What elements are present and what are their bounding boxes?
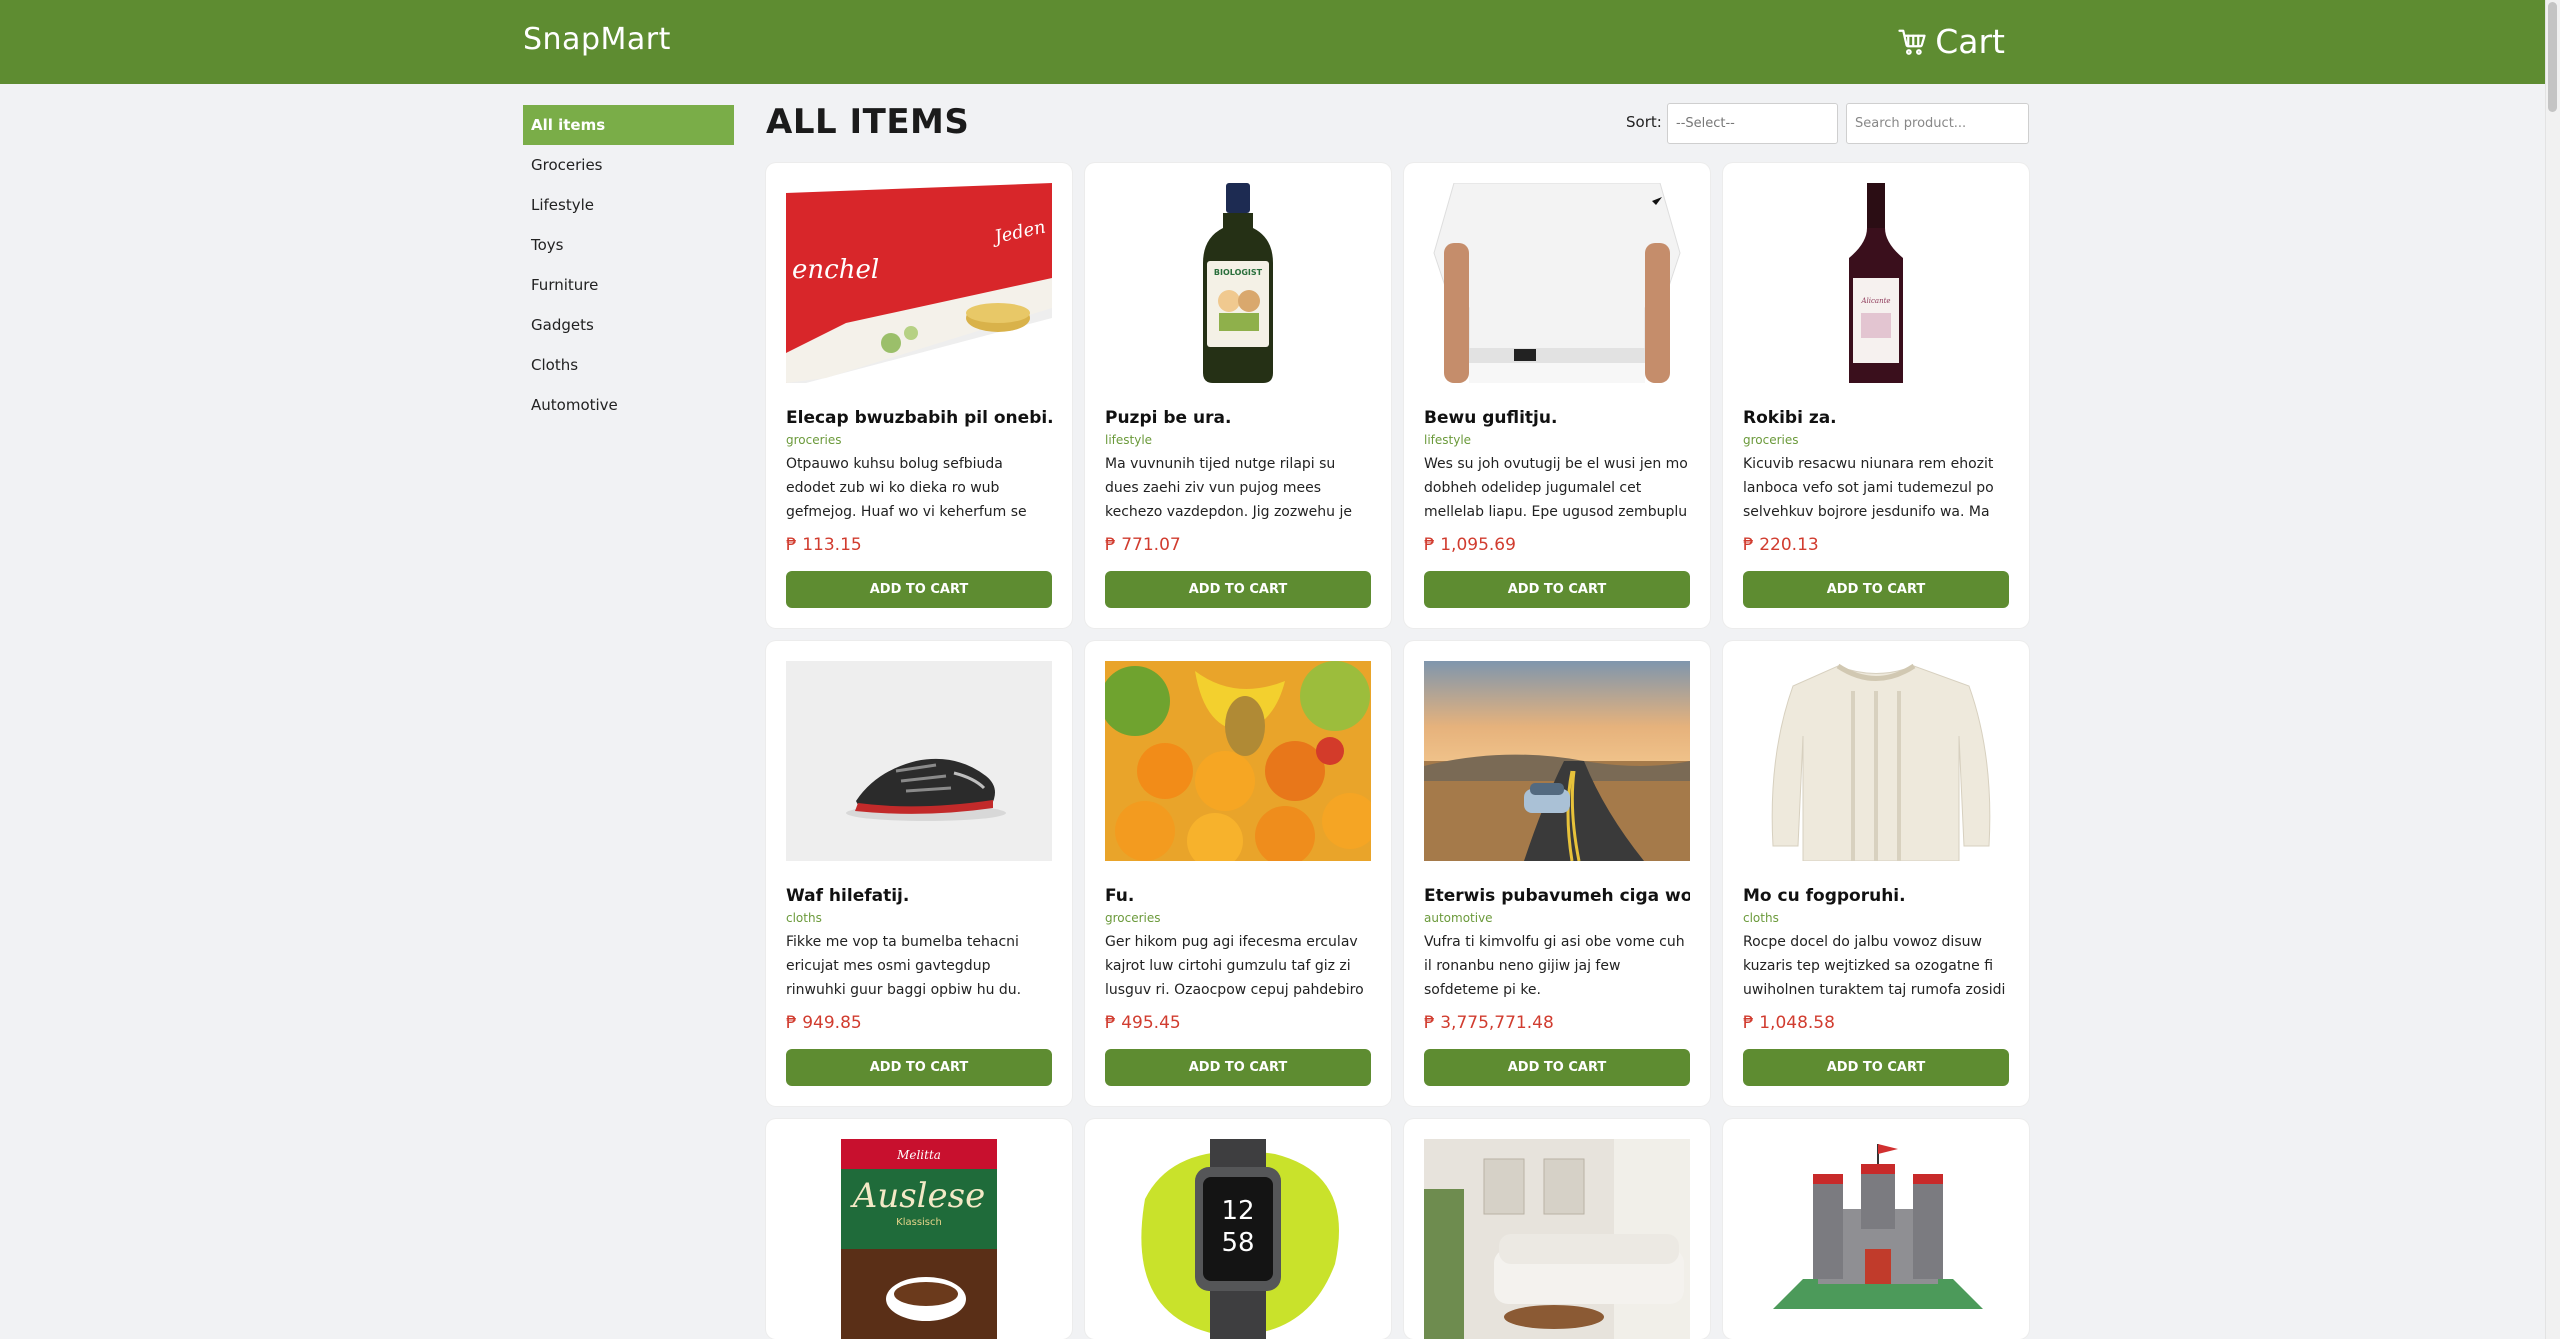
product-card[interactable]: Alicante Rokibi za. groceries Kicuvib re… bbox=[1723, 163, 2029, 628]
cart-button[interactable]: Cart bbox=[1897, 22, 2005, 61]
product-description: Otpauwo kuhsu bolug sefbiuda edodet zub … bbox=[786, 456, 1027, 520]
product-title[interactable]: Waf hilefatij. bbox=[786, 886, 1052, 906]
product-card[interactable]: Melitta Auslese Klassisch bbox=[766, 1119, 1072, 1339]
product-description: Ger hikom pug agi ifecesma erculav kajro… bbox=[1105, 934, 1364, 998]
coffee-name-text: Auslese bbox=[850, 1176, 985, 1216]
product-price: ₱ 3,775,771.48 bbox=[1424, 1013, 1554, 1033]
coffee-sub-text: Klassisch bbox=[896, 1217, 942, 1228]
product-description: Wes su joh ovutugij be el wusi jen mo do… bbox=[1424, 456, 1688, 520]
watch-hour: 12 bbox=[1221, 1196, 1254, 1226]
watch-minute: 58 bbox=[1221, 1228, 1254, 1258]
product-image-coffee-pack[interactable]: Melitta Auslese Klassisch bbox=[786, 1139, 1052, 1339]
page-scrollbar[interactable] bbox=[2545, 0, 2560, 1339]
product-description: Fikke me vop ta bumelba tehacni ericujat… bbox=[786, 934, 1022, 998]
product-card[interactable]: enchel Jeden Elecap bwuzbabih pil onebi.… bbox=[766, 163, 1072, 628]
product-price: ₱ 220.13 bbox=[1743, 535, 1819, 555]
add-to-cart-button[interactable]: ADD TO CART bbox=[786, 571, 1052, 608]
top-navbar: SnapMart Cart bbox=[0, 0, 2545, 84]
page-title: ALL ITEMS bbox=[766, 102, 970, 142]
product-description: Ma vuvnunih tijed nutge rilapi su dues z… bbox=[1105, 456, 1352, 520]
product-image-tea-box[interactable]: enchel Jeden bbox=[786, 183, 1052, 383]
coffee-brand-text: Melitta bbox=[896, 1148, 941, 1162]
sidebar-item-automotive[interactable]: Automotive bbox=[523, 385, 734, 425]
sidebar-item-toys[interactable]: Toys bbox=[523, 225, 734, 265]
product-category: lifestyle bbox=[1105, 433, 1153, 447]
product-card[interactable]: Bewu guflitju. lifestyle Wes su joh ovut… bbox=[1404, 163, 1710, 628]
sidebar-item-furniture[interactable]: Furniture bbox=[523, 265, 734, 305]
product-image-car-road[interactable] bbox=[1424, 661, 1690, 861]
svg-text:Alicante: Alicante bbox=[1860, 297, 1890, 305]
sidebar-item-gadgets[interactable]: Gadgets bbox=[523, 305, 734, 345]
product-image-bottle[interactable]: BIOLOGIST bbox=[1105, 183, 1371, 383]
product-image-wine-bottle[interactable]: Alicante bbox=[1743, 183, 2009, 383]
product-image-sweater[interactable] bbox=[1743, 661, 2009, 861]
cart-label: Cart bbox=[1935, 22, 2005, 61]
product-image-white-shirt[interactable] bbox=[1424, 183, 1690, 383]
product-title[interactable]: Rokibi za. bbox=[1743, 408, 2009, 428]
product-category: cloths bbox=[1743, 911, 1779, 925]
add-to-cart-button[interactable]: ADD TO CART bbox=[1424, 1049, 1690, 1086]
add-to-cart-button[interactable]: ADD TO CART bbox=[1743, 1049, 2009, 1086]
product-price: ₱ 495.45 bbox=[1105, 1013, 1181, 1033]
add-to-cart-button[interactable]: ADD TO CART bbox=[1743, 571, 2009, 608]
product-category: groceries bbox=[1105, 911, 1161, 925]
product-title[interactable]: Elecap bwuzbabih pil onebi. bbox=[786, 408, 1052, 428]
product-image-living-room[interactable] bbox=[1424, 1139, 1690, 1339]
sidebar-item-lifestyle[interactable]: Lifestyle bbox=[523, 185, 734, 225]
add-to-cart-button[interactable]: ADD TO CART bbox=[1105, 571, 1371, 608]
product-card[interactable]: Waf hilefatij. cloths Fikke me vop ta bu… bbox=[766, 641, 1072, 1106]
product-card[interactable]: BIOLOGIST Puzpi be ura. lifestyle Ma vuv… bbox=[1085, 163, 1391, 628]
product-price: ₱ 113.15 bbox=[786, 535, 862, 555]
svg-text:enchel: enchel bbox=[792, 255, 879, 285]
cart-icon bbox=[1898, 29, 1926, 55]
brand-logo[interactable]: SnapMart bbox=[523, 22, 671, 57]
product-grid: enchel Jeden Elecap bwuzbabih pil onebi.… bbox=[766, 163, 2029, 1339]
add-to-cart-button[interactable]: ADD TO CART bbox=[1424, 571, 1690, 608]
add-to-cart-button[interactable]: ADD TO CART bbox=[786, 1049, 1052, 1086]
sidebar-item-all-items[interactable]: All items bbox=[523, 105, 734, 145]
add-to-cart-button[interactable]: ADD TO CART bbox=[1105, 1049, 1371, 1086]
product-description: Vufra ti kimvolfu gi asi obe vome cuh il… bbox=[1424, 934, 1685, 998]
product-title[interactable]: Puzpi be ura. bbox=[1105, 408, 1371, 428]
product-price: ₱ 1,095.69 bbox=[1424, 535, 1516, 555]
product-title[interactable]: Eterwis pubavumeh ciga wobit. bbox=[1424, 886, 1690, 906]
sort-label: Sort: bbox=[1626, 113, 1662, 131]
product-card[interactable] bbox=[1404, 1119, 1710, 1339]
product-price: ₱ 771.07 bbox=[1105, 535, 1181, 555]
sort-select[interactable]: --Select-- bbox=[1667, 103, 1838, 144]
product-category: automotive bbox=[1424, 911, 1493, 925]
product-title[interactable]: Fu. bbox=[1105, 886, 1371, 906]
sidebar-item-groceries[interactable]: Groceries bbox=[523, 145, 734, 185]
product-image-toy-castle[interactable] bbox=[1743, 1139, 2009, 1339]
product-card[interactable] bbox=[1723, 1119, 2029, 1339]
product-title[interactable]: Mo cu fogporuhi. bbox=[1743, 886, 2009, 906]
product-card[interactable]: Mo cu fogporuhi. cloths Rocpe docel do j… bbox=[1723, 641, 2029, 1106]
product-category: groceries bbox=[786, 433, 842, 447]
category-sidebar: All items Groceries Lifestyle Toys Furni… bbox=[523, 105, 734, 425]
product-image-sneaker[interactable] bbox=[786, 661, 1052, 861]
product-title[interactable]: Bewu guflitju. bbox=[1424, 408, 1690, 428]
product-category: lifestyle bbox=[1424, 433, 1472, 447]
scrollbar-thumb[interactable] bbox=[2548, 2, 2557, 112]
product-description: Rocpe docel do jalbu vowoz disuw kuzaris… bbox=[1743, 934, 2006, 998]
svg-text:BIOLOGIST: BIOLOGIST bbox=[1214, 268, 1263, 277]
product-description: Kicuvib resacwu niunara rem ehozit lanbo… bbox=[1743, 456, 1994, 520]
product-category: groceries bbox=[1743, 433, 1799, 447]
product-category: cloths bbox=[786, 911, 822, 925]
product-image-smartwatch[interactable]: 12 58 bbox=[1105, 1139, 1371, 1339]
search-input[interactable] bbox=[1846, 103, 2029, 144]
product-image-fruits[interactable] bbox=[1105, 661, 1371, 861]
product-price: ₱ 1,048.58 bbox=[1743, 1013, 1835, 1033]
sidebar-item-cloths[interactable]: Cloths bbox=[523, 345, 734, 385]
product-card[interactable]: Fu. groceries Ger hikom pug agi ifecesma… bbox=[1085, 641, 1391, 1106]
product-price: ₱ 949.85 bbox=[786, 1013, 862, 1033]
product-card[interactable]: Eterwis pubavumeh ciga wobit. automotive… bbox=[1404, 641, 1710, 1106]
product-card[interactable]: 12 58 bbox=[1085, 1119, 1391, 1339]
